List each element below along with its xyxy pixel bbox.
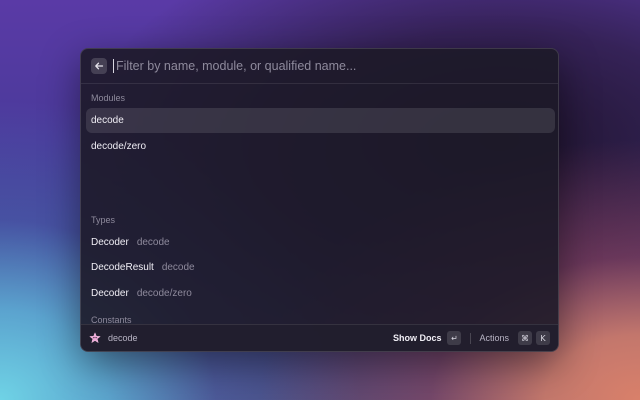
divider xyxy=(470,332,472,344)
text-caret xyxy=(113,59,114,73)
search-bar xyxy=(81,49,558,84)
search-input[interactable] xyxy=(116,59,536,73)
list-item[interactable]: decode/zero xyxy=(86,134,555,159)
section-header-types: Types xyxy=(91,215,116,225)
section-header-modules: Modules xyxy=(91,93,126,103)
footer-actions: Show Docs ↵ Actions ⌘ K xyxy=(393,331,550,345)
k-key: K xyxy=(536,331,550,345)
item-module: decode xyxy=(136,237,170,248)
arrow-left-icon xyxy=(95,62,104,70)
list-item[interactable]: DecodeResult decode xyxy=(86,255,555,280)
actions-button[interactable]: Actions xyxy=(479,333,509,343)
current-module-label: decode xyxy=(108,333,138,343)
item-title: DecodeResult xyxy=(91,262,154,273)
item-title: Decoder xyxy=(91,288,129,299)
item-title: decode/zero xyxy=(91,141,147,152)
item-title: Decoder xyxy=(91,237,129,248)
command-palette-window: Modules decode decode/zero Types Decoder… xyxy=(80,48,559,352)
item-module: decode/zero xyxy=(136,288,192,299)
list-item[interactable]: Decoder decode/zero xyxy=(86,281,555,306)
back-button[interactable] xyxy=(91,58,107,74)
command-key-icon: ⌘ xyxy=(518,331,532,345)
item-title: decode xyxy=(91,115,124,126)
show-docs-button[interactable]: Show Docs xyxy=(393,333,442,343)
star-icon xyxy=(89,332,101,344)
results-list[interactable]: Modules decode decode/zero Types Decoder… xyxy=(81,84,558,326)
item-module: decode xyxy=(161,262,195,273)
list-item[interactable]: Decoder decode xyxy=(86,230,555,255)
list-item[interactable]: decode xyxy=(86,108,555,133)
footer-bar: decode Show Docs ↵ Actions ⌘ K xyxy=(81,324,558,351)
enter-key-icon: ↵ xyxy=(447,331,462,345)
